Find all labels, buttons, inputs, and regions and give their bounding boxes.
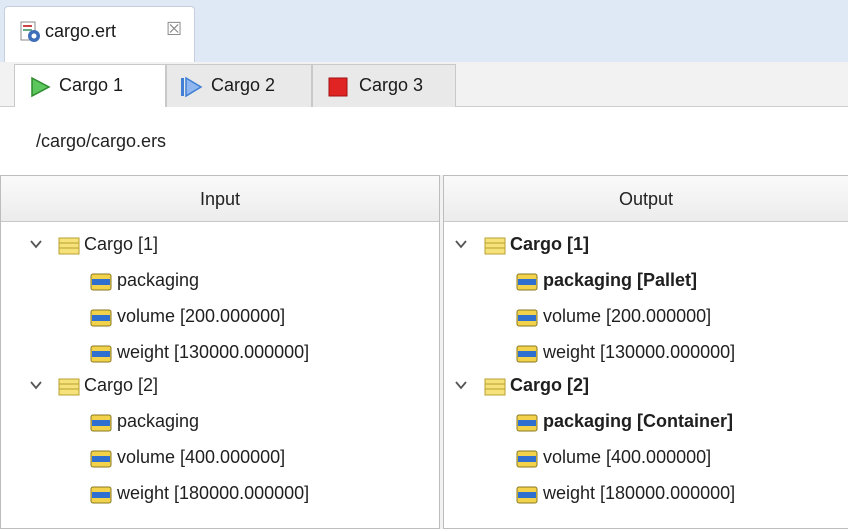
tree-attribute-row[interactable]: volume [200.000000] — [444, 301, 847, 337]
resource-path: /cargo/cargo.ers — [36, 131, 167, 151]
tree-group-row[interactable]: Cargo [1] — [1, 229, 439, 265]
tree-attribute-row[interactable]: volume [400.000000] — [1, 442, 439, 478]
attribute-icon — [90, 414, 112, 432]
chevron-down-icon[interactable] — [454, 237, 468, 251]
editor-tab-label: cargo.ert — [45, 21, 117, 41]
tree-attribute-label: weight [180000.000000] — [543, 483, 736, 503]
tree-attribute-row[interactable]: packaging [Container] — [444, 406, 847, 442]
run-icon — [31, 76, 51, 98]
tree-attribute-row[interactable]: volume [400.000000] — [444, 442, 847, 478]
tab-cargo-3[interactable]: Cargo 3 — [312, 64, 456, 108]
tree-attribute-label: packaging — [117, 411, 200, 431]
tree-attribute-row[interactable]: packaging [Pallet] — [444, 265, 847, 301]
chevron-down-icon[interactable] — [454, 378, 468, 392]
tree-attribute-row[interactable]: packaging — [1, 265, 439, 301]
tree-attribute-label: weight [130000.000000] — [117, 342, 310, 362]
stop-icon — [328, 77, 348, 97]
entity-icon — [484, 237, 506, 255]
tree-group-row[interactable]: Cargo [2] — [444, 370, 847, 406]
tree-group-label: Cargo [1] — [510, 234, 590, 254]
tree-group-row[interactable]: Cargo [1] — [444, 229, 847, 265]
attribute-icon — [516, 450, 538, 468]
output-header[interactable]: Output — [444, 176, 848, 222]
resource-path-row: /cargo/cargo.ers — [0, 107, 848, 175]
tab-cargo-3-label: Cargo 3 — [359, 75, 424, 95]
tree-attribute-label: volume [200.000000] — [117, 306, 286, 326]
attribute-icon — [90, 273, 112, 291]
tree-attribute-row[interactable]: weight [180000.000000] — [1, 478, 439, 514]
entity-icon — [484, 378, 506, 396]
tree-attribute-label: weight [180000.000000] — [117, 483, 310, 503]
tree-group-label: Cargo [1] — [84, 234, 159, 254]
tree-group-row[interactable]: Cargo [2] — [1, 370, 439, 406]
editor-tab-bar: cargo.ert ☒ — [0, 0, 848, 62]
attribute-icon — [90, 345, 112, 363]
model-file-icon — [20, 21, 40, 42]
tree-attribute-row[interactable]: packaging — [1, 406, 439, 442]
tree-attribute-label: weight [130000.000000] — [543, 342, 736, 362]
attribute-icon — [90, 309, 112, 327]
tree-group-label: Cargo [2] — [510, 375, 590, 395]
close-icon[interactable]: ☒ — [166, 19, 182, 40]
attribute-icon — [516, 345, 538, 363]
chevron-down-icon[interactable] — [29, 237, 43, 251]
step-forward-icon — [181, 76, 203, 98]
attribute-icon — [516, 309, 538, 327]
entity-icon — [58, 237, 80, 255]
chevron-down-icon[interactable] — [29, 378, 43, 392]
tree-attribute-label: packaging — [117, 270, 200, 290]
attribute-icon — [90, 486, 112, 504]
tree-attribute-row[interactable]: weight [180000.000000] — [444, 478, 847, 514]
tree-attribute-row[interactable]: weight [130000.000000] — [444, 337, 847, 373]
tree-attribute-label: volume [400.000000] — [543, 447, 712, 467]
tab-cargo-2[interactable]: Cargo 2 — [166, 64, 312, 108]
attribute-icon — [516, 486, 538, 504]
tree-attribute-label: packaging [Container] — [543, 411, 734, 431]
tree-group-label: Cargo [2] — [84, 375, 159, 395]
attribute-icon — [516, 414, 538, 432]
tab-cargo-1[interactable]: Cargo 1 — [14, 64, 166, 109]
input-panel: Input Cargo [1] packaging volume [200.00… — [0, 175, 440, 529]
output-panel: Output Cargo [1] packaging [Pallet] volu… — [443, 175, 848, 529]
attribute-icon — [516, 273, 538, 291]
tab-cargo-1-label: Cargo 1 — [59, 75, 124, 95]
tree-attribute-label: packaging [Pallet] — [543, 270, 698, 290]
attribute-icon — [90, 450, 112, 468]
tree-attribute-row[interactable]: weight [130000.000000] — [1, 337, 439, 373]
tree-attribute-label: volume [400.000000] — [117, 447, 286, 467]
editor-tab-cargo-ert[interactable]: cargo.ert ☒ — [4, 6, 195, 62]
tree-attribute-label: volume [200.000000] — [543, 306, 712, 326]
entity-icon — [58, 378, 80, 396]
tree-attribute-row[interactable]: volume [200.000000] — [1, 301, 439, 337]
cargo-tab-bar: Cargo 1 Cargo 2 Cargo 3 — [0, 62, 848, 109]
tab-cargo-2-label: Cargo 2 — [211, 75, 276, 95]
input-header[interactable]: Input — [1, 176, 439, 222]
